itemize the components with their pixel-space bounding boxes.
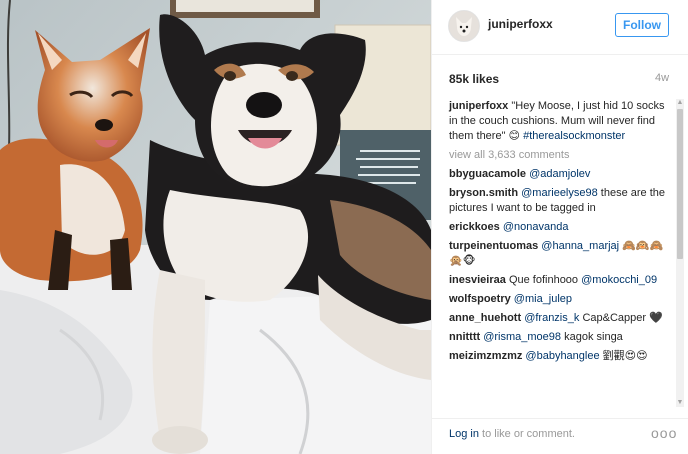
post-time[interactable]: 4w	[655, 72, 669, 84]
post-photo	[0, 0, 431, 454]
list-item: nnitttt @risma_moe98 kagok singa	[449, 330, 673, 345]
comment-mention[interactable]: @franzis_k	[524, 312, 579, 324]
comment-text: kagok singa	[564, 331, 623, 343]
comment-mention[interactable]: @mia_julep	[514, 293, 572, 305]
comment-text: Que fofinhooo	[508, 274, 579, 286]
comment-mention[interactable]: @hanna_marjaj	[541, 240, 619, 252]
avatar[interactable]	[448, 10, 480, 42]
list-item: meizimzmzmz @babyhanglee 劉觀😍😍	[449, 349, 673, 364]
fox-and-dog-photo	[0, 0, 431, 454]
comment-text: Cap&Capper 🖤	[582, 312, 663, 324]
login-prompt-text: to like or comment.	[478, 428, 575, 440]
list-item: wolfspoetry @mia_julep	[449, 292, 673, 307]
comment-username[interactable]: turpeinentuomas	[449, 240, 538, 252]
comment-text: 劉觀😍😍	[602, 350, 648, 362]
list-item: inesvieiraa Que fofinhooo @mokocchi_09	[449, 273, 673, 288]
comment-mention[interactable]: @adamjolev	[529, 168, 590, 180]
post-username[interactable]: juniperfoxx	[488, 17, 553, 31]
scrollbar-thumb[interactable]	[677, 109, 683, 259]
caption: juniperfoxx "Hey Moose, I just hid 10 so…	[449, 99, 673, 144]
comment-username[interactable]: erickkoes	[449, 221, 500, 233]
comment-username[interactable]: meizimzmzmz	[449, 350, 522, 362]
comments-list: juniperfoxx "Hey Moose, I just hid 10 so…	[449, 99, 673, 368]
list-item: erickkoes @nonavanda	[449, 220, 673, 235]
likes-count[interactable]: 85k likes	[449, 72, 499, 86]
comments-scrollbar[interactable]: ▲ ▼	[676, 99, 684, 407]
comment-mention[interactable]: @mokocchi_09	[581, 274, 657, 286]
comment-username[interactable]: wolfspoetry	[449, 293, 511, 305]
view-all-comments-link[interactable]: view all 3,633 comments	[449, 148, 673, 163]
comment-mention[interactable]: @babyhanglee	[525, 350, 599, 362]
caption-username[interactable]: juniperfoxx	[449, 100, 508, 112]
more-options-icon[interactable]: ooo	[651, 425, 677, 441]
list-item: bbyguacamole @adamjolev	[449, 167, 673, 182]
list-item: anne_huehott @franzis_k Cap&Capper 🖤	[449, 311, 673, 326]
follow-button[interactable]: Follow	[615, 13, 669, 37]
scroll-up-arrow-icon[interactable]: ▲	[676, 99, 684, 107]
list-item: bryson.smith @marieelyse98 these are the…	[449, 186, 673, 216]
list-item: turpeinentuomas @hanna_marjaj 🙈🙉🙈🙊🐵	[449, 239, 673, 269]
caption-hashtag[interactable]: #therealsockmonster	[523, 130, 625, 142]
comment-mention[interactable]: @marieelyse98	[521, 187, 598, 199]
comment-username[interactable]: anne_huehott	[449, 312, 521, 324]
fox-avatar-icon	[449, 11, 479, 41]
login-prompt: Log in to like or comment.	[449, 428, 575, 440]
login-link[interactable]: Log in	[449, 428, 479, 440]
comment-username[interactable]: bbyguacamole	[449, 168, 526, 180]
scroll-down-arrow-icon[interactable]: ▼	[676, 399, 684, 407]
post-side-panel: juniperfoxx Follow 85k likes 4w juniperf…	[431, 0, 688, 454]
comment-username[interactable]: inesvieiraa	[449, 274, 506, 286]
post-footer: Log in to like or comment. ooo	[432, 418, 688, 454]
post-header: juniperfoxx Follow	[432, 0, 688, 55]
comment-username[interactable]: bryson.smith	[449, 187, 518, 199]
comment-username[interactable]: nnitttt	[449, 331, 480, 343]
comment-mention[interactable]: @risma_moe98	[483, 331, 561, 343]
comment-mention[interactable]: @nonavanda	[503, 221, 569, 233]
